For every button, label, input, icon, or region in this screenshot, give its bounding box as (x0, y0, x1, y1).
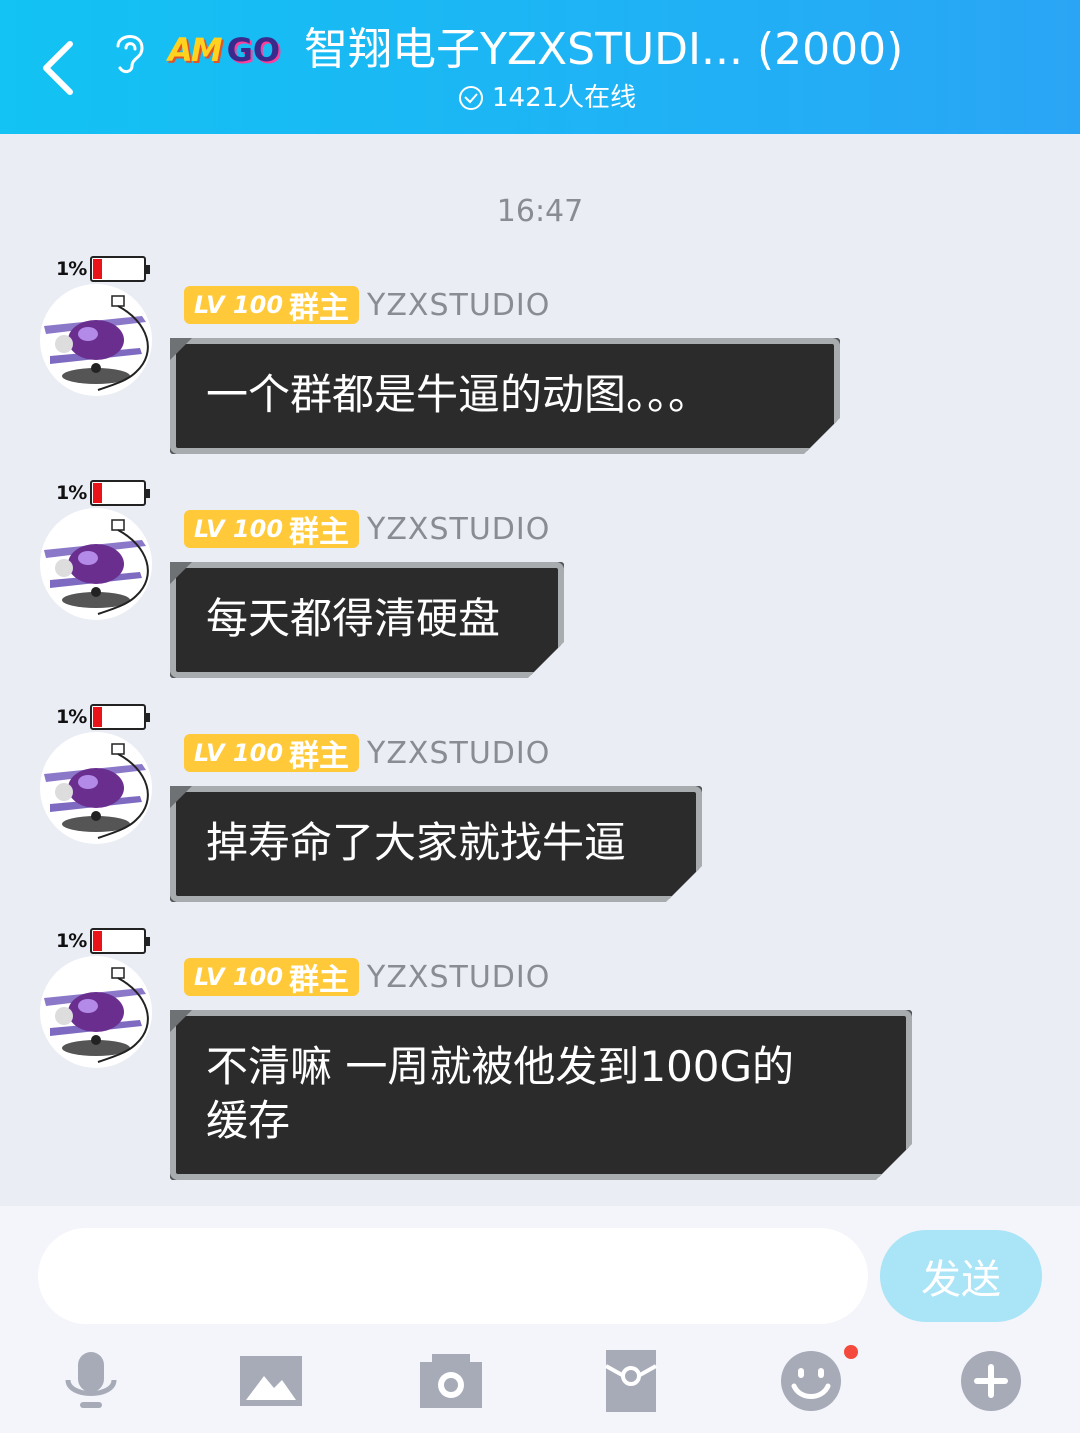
battery-percent: 1% (56, 258, 87, 280)
level-badge: LV 100 群主 (184, 958, 360, 998)
avatar[interactable] (38, 954, 154, 1070)
level-label: LV 100 (194, 515, 284, 543)
level-label: LV 100 (194, 963, 284, 991)
battery-badge: 1% (56, 256, 151, 282)
sender-name[interactable]: YZXSTUDIO (367, 512, 550, 547)
logo-text-am: AM (168, 31, 223, 69)
chat-header: AM GO 智翔电子YZXSTUDI... (2000) 1421人在线 (0, 0, 1080, 134)
plus-icon[interactable] (958, 1348, 1024, 1414)
camera-icon[interactable] (418, 1348, 484, 1414)
battery-percent: 1% (56, 930, 87, 952)
battery-badge: 1% (56, 704, 151, 730)
logo-text-go: GO (226, 31, 281, 69)
message-timestamp: 16:47 (496, 194, 584, 229)
level-badge: LV 100 群主 (184, 286, 360, 326)
avatar[interactable] (38, 730, 154, 846)
message-bubble[interactable]: 掉寿命了大家就找牛逼 (170, 786, 702, 902)
red-packet-icon[interactable] (598, 1348, 664, 1414)
role-label: 群主 (289, 963, 350, 998)
notification-dot (844, 1345, 858, 1359)
back-arrow-icon[interactable] (30, 34, 90, 100)
avatar[interactable] (38, 282, 154, 398)
role-label: 群主 (289, 739, 350, 774)
message-text: 一个群都是牛逼的动图。。。 (206, 370, 711, 419)
input-bar: 发送 (0, 1206, 1080, 1433)
online-check-icon (459, 86, 483, 110)
battery-percent: 1% (56, 482, 87, 504)
role-label: 群主 (289, 291, 350, 326)
battery-badge: 1% (56, 928, 151, 954)
battery-badge: 1% (56, 480, 151, 506)
message-text-line: 缓存 (206, 1096, 291, 1145)
microphone-icon[interactable] (58, 1348, 124, 1414)
battery-icon (90, 704, 151, 730)
message-bubble[interactable]: 不清嘛 一周就被他发到100G的 缓存 (170, 1010, 912, 1180)
sender-name[interactable]: YZXSTUDIO (367, 736, 550, 771)
message-text-line: 不清嘛 一周就被他发到100G的 (206, 1042, 795, 1091)
sender-info: LV 100 群主 YZXSTUDIO (184, 734, 550, 774)
sender-info: LV 100 群主 YZXSTUDIO (184, 958, 550, 998)
level-badge: LV 100 群主 (184, 510, 360, 550)
online-status: 1421人在线 (458, 80, 636, 116)
online-count: 1421人在线 (492, 83, 637, 113)
battery-percent: 1% (56, 706, 87, 728)
earpiece-mode-icon[interactable] (108, 28, 152, 76)
level-label: LV 100 (194, 291, 284, 319)
sender-name[interactable]: YZXSTUDIO (367, 960, 550, 995)
image-icon[interactable] (238, 1348, 304, 1414)
sender-info: LV 100 群主 YZXSTUDIO (184, 510, 550, 550)
input-toolbar (0, 1340, 1080, 1420)
level-badge: LV 100 群主 (184, 734, 360, 774)
battery-icon (90, 480, 151, 506)
message-text: 每天都得清硬盘 (206, 594, 501, 643)
message-input[interactable] (38, 1228, 868, 1324)
sender-name[interactable]: YZXSTUDIO (367, 288, 550, 323)
emoji-icon[interactable] (778, 1348, 844, 1414)
sender-info: LV 100 群主 YZXSTUDIO (184, 286, 550, 326)
chat-area[interactable]: 16:47 1% LV 100 群主 YZXSTUDIO 一个群都是牛逼的动图。… (0, 134, 1080, 1206)
battery-icon (90, 928, 151, 954)
send-button[interactable]: 发送 (880, 1230, 1042, 1322)
battery-icon (90, 256, 151, 282)
level-label: LV 100 (194, 739, 284, 767)
role-label: 群主 (289, 515, 350, 550)
group-title[interactable]: 智翔电子YZXSTUDI... (2000) (304, 22, 903, 78)
brand-logo: AM GO (168, 30, 280, 70)
message-bubble[interactable]: 每天都得清硬盘 (170, 562, 564, 678)
message-text: 掉寿命了大家就找牛逼 (206, 818, 627, 867)
avatar[interactable] (38, 506, 154, 622)
message-bubble[interactable]: 一个群都是牛逼的动图。。。 (170, 338, 840, 454)
